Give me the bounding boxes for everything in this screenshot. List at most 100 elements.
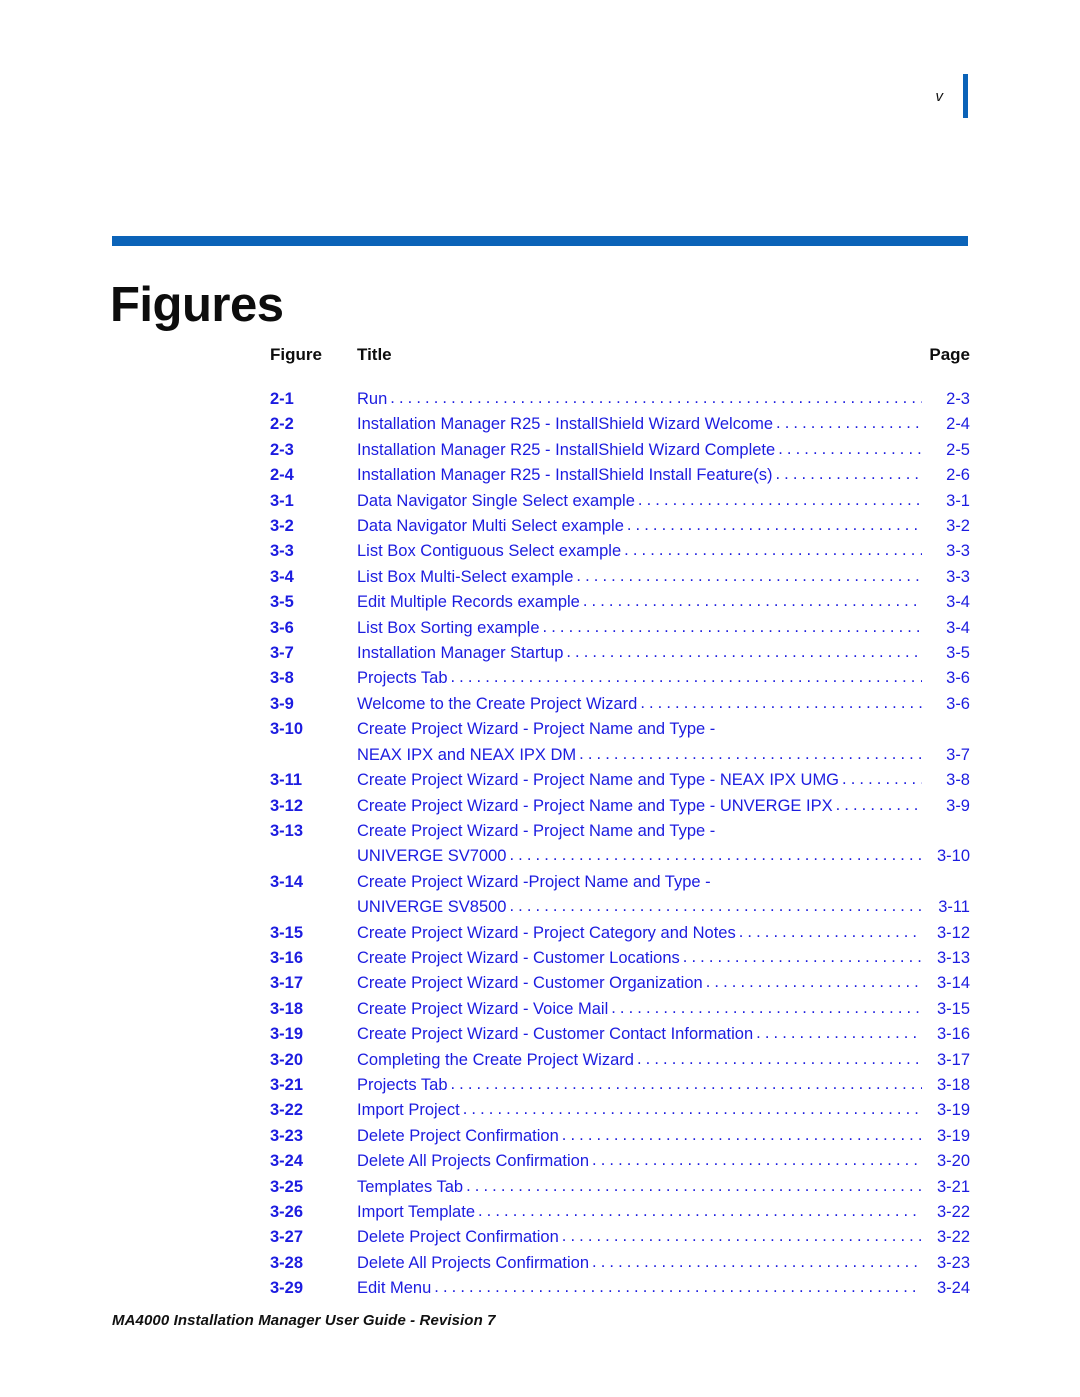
list-of-figures-table: Figure Title Page 2-1 Run 2-3 2-2 Installati… [270, 345, 970, 1302]
table-row[interactable]: 3-10 Create Project Wizard - Project Name… [270, 717, 970, 768]
page-number: 3-24 [936, 1279, 970, 1298]
table-row[interactable]: 3-23 Delete Project Confirmation 3-19 [270, 1124, 970, 1149]
figure-title: Data Navigator Single Select example [357, 491, 635, 510]
page-number: 3-20 [936, 1152, 970, 1171]
figure-title: UNIVERGE SV8500 [357, 898, 507, 917]
entry-line-final: Import Project 3-19 [357, 1098, 970, 1123]
table-row[interactable]: 3-9 Welcome to the Create Project Wizard 3… [270, 692, 970, 717]
figure-number: 3-16 [270, 948, 304, 967]
figure-title: Create Project Wizard - Project Name and… [357, 796, 833, 815]
header-vertical-rule [963, 74, 968, 118]
figure-entry: Create Project Wizard - Project Name and… [357, 717, 970, 768]
figure-entry: Create Project Wizard - Project Name and… [357, 819, 970, 870]
figure-number: 3-1 [270, 491, 294, 510]
figure-title: List Box Contiguous Select example [357, 542, 622, 561]
figure-title: Installation Manager Startup [357, 644, 564, 663]
table-row[interactable]: 3-15 Create Project Wizard - Project Cate… [270, 921, 970, 946]
table-row[interactable]: 2-3 Installation Manager R25 - InstallShi… [270, 438, 970, 463]
entry-line-final: Data Navigator Single Select example 3-1 [357, 489, 970, 514]
page-number: 3-10 [936, 847, 970, 866]
figure-entry: Edit Multiple Records example 3-4 [357, 590, 970, 615]
table-row[interactable]: 3-18 Create Project Wizard - Voice Mail 3-… [270, 997, 970, 1022]
figure-title: Delete All Projects Confirmation [357, 1152, 590, 1171]
entry-line-final: Installation Manager Startup 3-5 [357, 641, 970, 666]
page-number: 3-21 [936, 1177, 970, 1196]
figure-entry: List Box Sorting example 3-4 [357, 616, 970, 641]
figure-entry: Create Project Wizard - Customer Organiz… [357, 971, 970, 996]
entry-line-final: Create Project Wizard - Customer Contact… [357, 1022, 970, 1047]
figure-title: Welcome to the Create Project Wizard [357, 694, 638, 713]
page-number: 3-6 [946, 669, 970, 688]
column-header-page: Page [929, 345, 970, 364]
table-row[interactable]: 3-6 List Box Sorting example 3-4 [270, 616, 970, 641]
figure-title: Import Project [357, 1101, 460, 1120]
table-row[interactable]: 3-4 List Box Multi-Select example 3-3 [270, 565, 970, 590]
figure-title: Templates Tab [357, 1177, 464, 1196]
table-row[interactable]: 3-28 Delete All Projects Confirmation 3-23 [270, 1251, 970, 1276]
table-row[interactable]: 3-26 Import Template 3-22 [270, 1200, 970, 1225]
table-row[interactable]: 3-12 Create Project Wizard - Project Name… [270, 794, 970, 819]
figure-title: Installation Manager R25 - InstallShield… [357, 440, 776, 459]
table-row[interactable]: 3-14 Create Project Wizard -Project Name … [270, 870, 970, 921]
table-row[interactable]: 3-7 Installation Manager Startup 3-5 [270, 641, 970, 666]
dot-leader [566, 640, 922, 665]
dot-leader [836, 793, 922, 818]
table-row[interactable]: 3-29 Edit Menu 3-24 [270, 1276, 970, 1301]
figure-entry: Projects Tab 3-6 [357, 666, 970, 691]
table-row[interactable]: 3-27 Delete Project Confirmation 3-22 [270, 1225, 970, 1250]
dot-leader [562, 1123, 922, 1148]
table-row[interactable]: 3-25 Templates Tab 3-21 [270, 1175, 970, 1200]
table-row[interactable]: 3-11 Create Project Wizard - Project Name… [270, 768, 970, 793]
figure-number: 3-27 [270, 1228, 304, 1247]
document-page: v Figures Figure Title Page 2-1 Run 2-3 2-2… [0, 0, 1080, 1397]
page-number: 2-3 [946, 390, 970, 408]
entry-line-final: Projects Tab 3-6 [357, 666, 970, 691]
entry-line-final: Delete All Projects Confirmation 3-20 [357, 1149, 970, 1174]
table-row[interactable]: 2-4 Installation Manager R25 - InstallShi… [270, 463, 970, 488]
entry-line-final: Installation Manager R25 - InstallShield… [357, 412, 970, 437]
dot-leader [509, 894, 922, 919]
page-number: 3-22 [936, 1203, 970, 1221]
table-row[interactable]: 2-1 Run 2-3 [270, 387, 970, 412]
table-row[interactable]: 3-24 Delete All Projects Confirmation 3-20 [270, 1149, 970, 1174]
table-row[interactable]: 3-3 List Box Contiguous Select example 3-3 [270, 539, 970, 564]
figure-number: 3-17 [270, 974, 304, 993]
figure-entry: Delete All Projects Confirmation 3-20 [357, 1149, 970, 1174]
entry-line-final: Create Project Wizard - Customer Organiz… [357, 971, 970, 996]
entry-line-final: List Box Multi-Select example 3-3 [357, 565, 970, 590]
figure-title: Create Project Wizard - Project Name and… [357, 821, 716, 840]
figure-entry: Welcome to the Create Project Wizard 3-6 [357, 692, 970, 717]
dot-leader [579, 742, 922, 767]
page-number: 3-22 [936, 1228, 970, 1247]
table-row[interactable]: 3-22 Import Project 3-19 [270, 1098, 970, 1123]
entry-line-final: Create Project Wizard - Project Name and… [357, 794, 970, 819]
table-row[interactable]: 3-20 Completing the Create Project Wizard… [270, 1048, 970, 1073]
entry-line-final: Installation Manager R25 - InstallShield… [357, 463, 970, 488]
figure-number: 3-14 [270, 872, 304, 891]
figure-entry: Delete All Projects Confirmation 3-23 [357, 1251, 970, 1276]
page-footer: MA4000 Installation Manager User Guide -… [112, 1312, 496, 1329]
figure-entry: Installation Manager Startup 3-5 [357, 641, 970, 666]
dot-leader [543, 615, 922, 640]
entry-line-continued: Create Project Wizard - Project Name and… [357, 819, 970, 844]
table-row[interactable]: 3-19 Create Project Wizard - Customer Con… [270, 1022, 970, 1047]
figure-title: Installation Manager R25 - InstallShield… [357, 466, 773, 485]
entry-line-final: NEAX IPX and NEAX IPX DM 3-7 [357, 743, 970, 768]
table-row[interactable]: 3-13 Create Project Wizard - Project Name… [270, 819, 970, 870]
figure-title: Delete All Projects Confirmation [357, 1253, 590, 1272]
table-row[interactable]: 3-21 Projects Tab 3-18 [270, 1073, 970, 1098]
page-number: 3-19 [936, 1101, 970, 1120]
table-row[interactable]: 2-2 Installation Manager R25 - InstallShi… [270, 412, 970, 437]
table-row[interactable]: 3-2 Data Navigator Multi Select example 3-… [270, 514, 970, 539]
table-row[interactable]: 3-5 Edit Multiple Records example 3-4 [270, 590, 970, 615]
table-row[interactable]: 3-8 Projects Tab 3-6 [270, 666, 970, 691]
page-number: 2-5 [946, 440, 970, 459]
page-number: 2-4 [946, 415, 970, 434]
table-row[interactable]: 3-1 Data Navigator Single Select example 3… [270, 489, 970, 514]
dot-leader [576, 564, 922, 589]
table-row[interactable]: 3-16 Create Project Wizard - Customer Loc… [270, 946, 970, 971]
table-row[interactable]: 3-17 Create Project Wizard - Customer Org… [270, 971, 970, 996]
entry-line-final: Delete All Projects Confirmation 3-23 [357, 1251, 970, 1276]
figure-entry: Create Project Wizard - Project Category… [357, 921, 970, 946]
dot-leader [775, 462, 922, 487]
